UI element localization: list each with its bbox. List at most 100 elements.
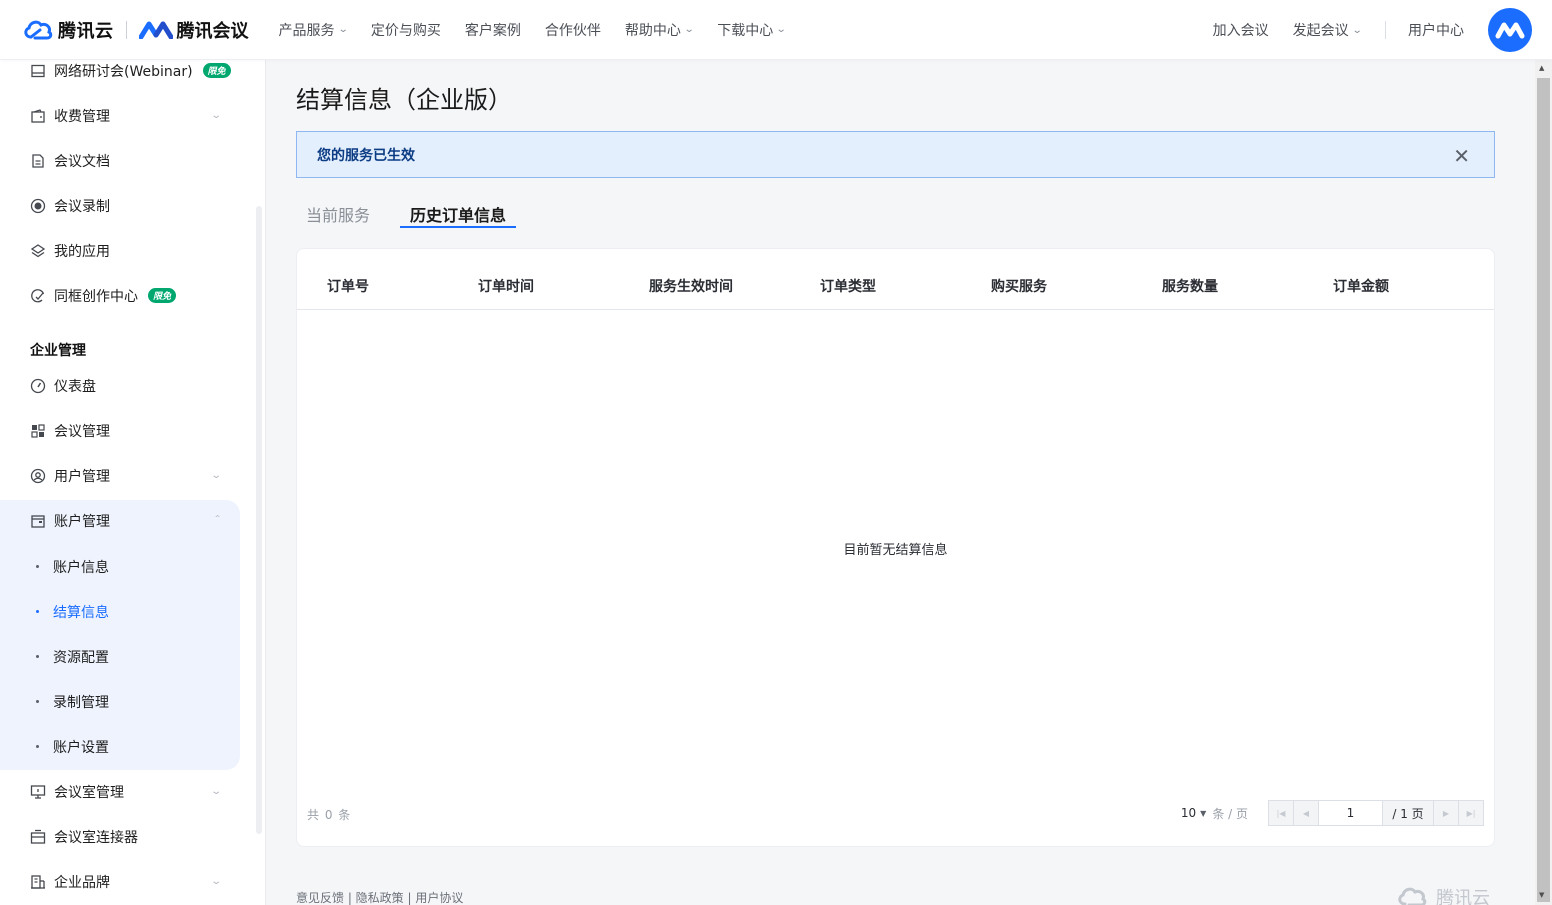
sidebar-item-webinar[interactable]: 网络研讨会(Webinar) 限免 — [0, 60, 240, 93]
sidebar-subitem-account-settings[interactable]: 账户设置 — [0, 724, 240, 769]
chevron-up-icon: ˆ — [214, 515, 221, 526]
chevron-down-icon: ⌄ — [776, 24, 787, 35]
nav-download[interactable]: 下载中心 ⌄ — [717, 20, 787, 40]
page-size-select[interactable]: 10 ▼ — [1181, 806, 1206, 820]
sidebar-group-enterprise: 企业管理 — [30, 343, 86, 359]
sidebar-item-meeting-management[interactable]: 会议管理 — [0, 408, 240, 453]
per-page-label: 条 / 页 — [1212, 806, 1248, 821]
sidebar-subitem-billing-info[interactable]: 结算信息 — [0, 589, 240, 634]
layers-icon — [30, 243, 46, 259]
sidebar-item-label: 账户管理 — [54, 513, 110, 530]
sidebar-item-room-connector[interactable]: 会议室连接器 — [0, 814, 240, 859]
free-badge: 限免 — [148, 288, 177, 303]
tab-order-history[interactable]: 历史订单信息 — [400, 196, 517, 228]
sidebar-item-documents[interactable]: 会议文档 — [0, 138, 240, 183]
right-nav: 加入会议 发起会议 ⌄ 用户中心 — [1213, 0, 1552, 60]
sidebar-scrollbar[interactable] — [256, 206, 262, 834]
footer-logo-text: 腾讯云 — [1436, 888, 1490, 905]
nav-partners[interactable]: 合作伙伴 — [545, 20, 601, 40]
user-center-label: 用户中心 — [1408, 23, 1464, 39]
grid-icon — [30, 423, 46, 439]
free-badge: 限免 — [202, 63, 231, 78]
prev-page-icon[interactable]: ◀ — [1294, 801, 1319, 825]
tencent-meeting-logo[interactable]: 腾讯会议 — [138, 17, 249, 43]
chevron-down-icon: ⌄ — [209, 876, 222, 887]
sidebar-item-dashboard[interactable]: 仪表盘 — [0, 363, 240, 408]
sidebar-item-creation-center[interactable]: 同框创作中心 限免 — [0, 273, 240, 318]
column-header-order-amount: 订单金额 — [1333, 279, 1389, 295]
chevron-down-icon: ⌄ — [1351, 24, 1363, 36]
nav-label: 合作伙伴 — [544, 22, 601, 39]
nav-pricing[interactable]: 定价与购买 — [371, 20, 441, 40]
bullet-icon — [36, 655, 39, 658]
sidebar-subitem-label: 录制管理 — [53, 694, 109, 711]
start-label: 发起会议 — [1292, 23, 1349, 39]
pagination: 10 ▼ 条 / 页 |◀ ◀ / 1 页 ▶ ▶| — [1181, 800, 1484, 826]
chevron-down-icon: ⌄ — [337, 24, 349, 35]
column-header-effective-time: 服务生效时间 — [649, 279, 733, 295]
sidebar-item-billing[interactable]: 收费管理 ⌄ — [0, 93, 240, 138]
dashboard-icon — [30, 378, 46, 394]
close-icon[interactable]: ✕ — [1453, 144, 1470, 168]
bullet-icon — [36, 700, 39, 703]
empty-state-text: 目前暂无结算信息 — [843, 543, 948, 558]
sidebar-subitem-account-info[interactable]: 账户信息 — [0, 544, 240, 589]
avatar[interactable] — [1488, 8, 1532, 52]
nav-label: 帮助中心 — [624, 22, 681, 39]
sidebar-item-user-management[interactable]: 用户管理 ⌄ — [0, 453, 240, 498]
sidebar-item-label: 仪表盘 — [54, 378, 96, 395]
chevron-down-icon: ⌄ — [209, 786, 222, 797]
meeting-avatar-icon — [1495, 22, 1525, 39]
total-pages-label: / 1 页 — [1392, 806, 1424, 821]
bullet-icon — [36, 610, 39, 613]
nav-help[interactable]: 帮助中心 ⌄ — [624, 20, 695, 40]
success-alert: 您的服务已生效 ✕ — [296, 131, 1495, 178]
record-icon — [30, 198, 46, 214]
alert-message: 您的服务已生效 — [317, 147, 415, 164]
sidebar-item-recording[interactable]: 会议录制 — [0, 183, 240, 228]
sidebar-subitem-label: 账户信息 — [53, 559, 109, 576]
start-meeting-link[interactable]: 发起会议 ⌄ — [1292, 20, 1363, 40]
main-nav: 产品服务 ⌄ 定价与购买 客户案例 合作伙伴 帮助中心 ⌄ 下载中心 ⌄ — [279, 0, 810, 60]
cloud-logo-icon — [24, 20, 53, 39]
first-page-icon[interactable]: |◀ — [1269, 801, 1294, 825]
sidebar-item-label: 会议室连接器 — [54, 829, 138, 846]
tab-current-service[interactable]: 当前服务 — [296, 196, 380, 228]
next-page-icon[interactable]: ▶ — [1433, 801, 1458, 825]
page-scrollbar[interactable]: ▲ ▼ — [1535, 60, 1552, 905]
sidebar-item-label: 同框创作中心 — [54, 288, 138, 305]
meeting-logo-icon — [138, 21, 173, 39]
scrollbar-thumb[interactable] — [1537, 78, 1550, 902]
nav-cases[interactable]: 客户案例 — [465, 20, 521, 40]
sidebar-item-label: 会议文档 — [54, 153, 110, 170]
scroll-up-icon[interactable]: ▲ — [1539, 64, 1544, 72]
chevron-down-icon: ⌄ — [209, 470, 222, 481]
last-page-icon[interactable]: ▶| — [1458, 801, 1483, 825]
column-header-order-id: 订单号 — [327, 279, 369, 295]
sidebar-item-enterprise-brand[interactable]: 企业品牌 ⌄ — [0, 859, 240, 904]
user-center-link[interactable]: 用户中心 — [1408, 20, 1464, 40]
bullet-icon — [36, 565, 39, 568]
sidebar-item-account-management[interactable]: 账户管理 ˆ — [0, 498, 240, 543]
scroll-down-icon[interactable]: ▼ — [1539, 891, 1544, 899]
sidebar-subitem-label: 结算信息 — [53, 604, 109, 621]
footer-links[interactable]: 意见反馈 | 隐私政策 | 用户协议 — [296, 889, 463, 905]
page-navigator: |◀ ◀ / 1 页 ▶ ▶| — [1268, 800, 1484, 826]
room-icon — [30, 784, 46, 800]
column-header-purchased-service: 购买服务 — [991, 279, 1047, 295]
webinar-icon — [30, 63, 46, 79]
page-number-input[interactable] — [1319, 801, 1383, 825]
sidebar-subitem-recording-management[interactable]: 录制管理 — [0, 679, 240, 724]
join-meeting-link[interactable]: 加入会议 — [1213, 20, 1269, 40]
sidebar-item-apps[interactable]: 我的应用 — [0, 228, 240, 273]
column-header-order-time: 订单时间 — [478, 279, 534, 295]
join-label: 加入会议 — [1212, 23, 1269, 39]
tencent-cloud-logo[interactable]: 腾讯云 — [22, 17, 114, 43]
sidebar-item-room-management[interactable]: 会议室管理 ⌄ — [0, 769, 240, 814]
creation-icon — [30, 288, 46, 304]
nav-label: 客户案例 — [464, 22, 521, 39]
sidebar-subitem-resource-config[interactable]: 资源配置 — [0, 634, 240, 679]
tabs: 当前服务 历史订单信息 — [296, 196, 536, 230]
nav-products[interactable]: 产品服务 ⌄ — [279, 20, 349, 40]
brand1-text: 腾讯云 — [58, 20, 114, 42]
